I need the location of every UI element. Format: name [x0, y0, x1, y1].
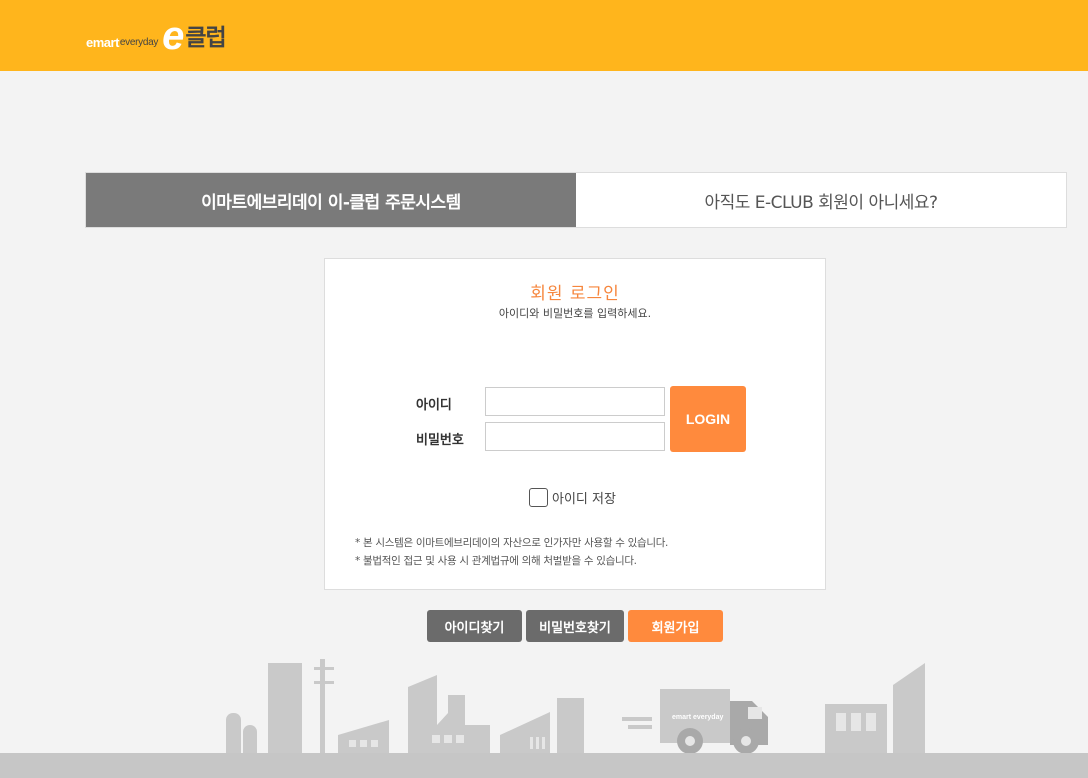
emart-everyday-eclub-logo[interactable]: emart everyday e 클럽	[86, 14, 227, 58]
window-shape	[836, 713, 846, 731]
login-subtitle: 아이디와 비밀번호를 입력하세요.	[498, 307, 652, 320]
logo-club-text: 클럽	[185, 25, 226, 51]
top-bar: emart everyday e 클럽	[0, 0, 1088, 71]
window-shape	[542, 737, 545, 749]
window-shape	[536, 737, 539, 749]
notice-text-2: * 불법적인 접근 및 사용 시 관계법규에 의해 처벌받을 수 있습니다.	[355, 555, 637, 567]
truck-logo-text: emart everyday	[672, 714, 723, 721]
window-shape	[371, 740, 378, 747]
wheel-hub-shape	[741, 736, 751, 746]
password-input[interactable]	[485, 422, 665, 451]
antenna-bar-shape	[314, 681, 334, 684]
tab-not-member[interactable]: 아직도 E-CLUB 회원이 아니세요?	[576, 173, 1066, 227]
login-title: 회원 로그인	[530, 284, 620, 304]
tab-order-system[interactable]: 이마트에브리데이 이-클럽 주문시스템	[86, 173, 576, 227]
account-actions: 아이디찾기 비밀번호찾기 회원가입	[427, 610, 723, 642]
wheel-hub-shape	[685, 736, 695, 746]
login-panel: 회원 로그인 아이디와 비밀번호를 입력하세요. 아이디 비밀번호 LOGIN …	[324, 258, 826, 590]
save-id-checkbox[interactable]: 아이디 저장	[529, 488, 616, 507]
window-shape	[360, 740, 367, 747]
window-shape	[349, 740, 356, 747]
save-id-label: 아이디 저장	[552, 492, 616, 507]
window-shape	[444, 735, 452, 743]
ground-strip	[0, 753, 1088, 778]
antenna-bar-shape	[314, 667, 334, 670]
window-shape	[866, 713, 876, 731]
checkbox-box[interactable]	[529, 488, 548, 507]
truck-window-shape	[748, 707, 762, 719]
find-id-button[interactable]: 아이디찾기	[427, 610, 522, 642]
logo-e-mark: e	[162, 14, 185, 58]
speed-line-shape	[622, 717, 652, 721]
id-input[interactable]	[485, 387, 665, 416]
window-shape	[530, 737, 533, 749]
speed-line-shape	[628, 725, 652, 729]
window-shape	[851, 713, 861, 731]
find-password-button[interactable]: 비밀번호찾기	[526, 610, 624, 642]
join-button[interactable]: 회원가입	[628, 610, 723, 642]
logo-everyday-text: everyday	[119, 37, 159, 48]
login-button[interactable]: LOGIN	[670, 386, 746, 452]
top-tabs: 이마트에브리데이 이-클럽 주문시스템 아직도 E-CLUB 회원이 아니세요?	[85, 172, 1067, 228]
window-shape	[456, 735, 464, 743]
notice-text-1: * 본 시스템은 이마트에브리데이의 자산으로 인가자만 사용할 수 있습니다.	[355, 537, 669, 549]
window-shape	[432, 735, 440, 743]
password-label: 비밀번호	[416, 433, 464, 448]
id-label: 아이디	[416, 398, 452, 413]
logo-emart-text: emart	[86, 35, 119, 50]
